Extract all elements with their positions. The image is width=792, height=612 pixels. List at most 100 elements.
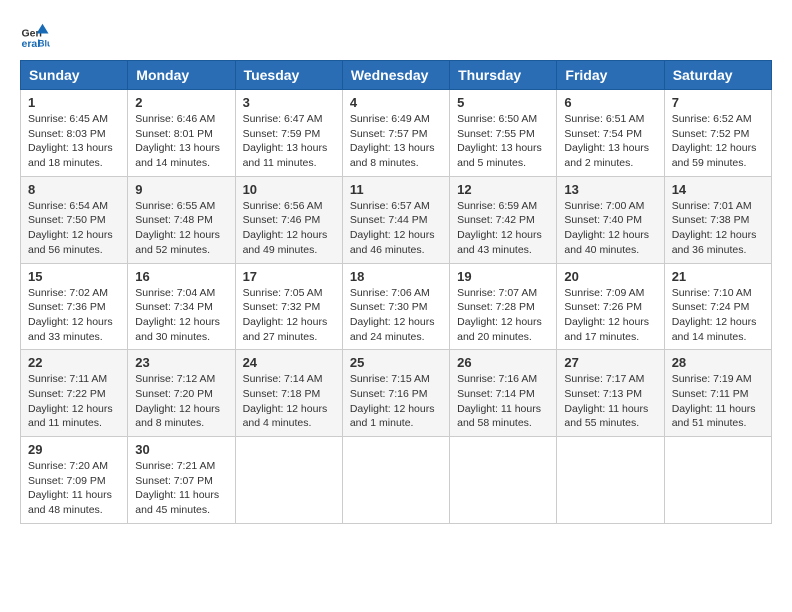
calendar-header-row: SundayMondayTuesdayWednesdayThursdayFrid… xyxy=(21,61,772,90)
day-info: Sunrise: 7:15 AM Sunset: 7:16 PM Dayligh… xyxy=(350,372,442,431)
calendar-cell: 6 Sunrise: 6:51 AM Sunset: 7:54 PM Daylig… xyxy=(557,90,664,177)
day-number: 4 xyxy=(350,95,442,110)
day-info: Sunrise: 6:51 AM Sunset: 7:54 PM Dayligh… xyxy=(564,112,656,171)
day-info: Sunrise: 6:49 AM Sunset: 7:57 PM Dayligh… xyxy=(350,112,442,171)
day-info: Sunrise: 6:52 AM Sunset: 7:52 PM Dayligh… xyxy=(672,112,764,171)
calendar-cell: 26 Sunrise: 7:16 AM Sunset: 7:14 PM Dayli… xyxy=(450,350,557,437)
day-number: 9 xyxy=(135,182,227,197)
day-number: 12 xyxy=(457,182,549,197)
calendar-cell: 22Sunrise: 7:11 AM Sunset: 7:22 PM Dayli… xyxy=(21,350,128,437)
day-number: 20 xyxy=(564,269,656,284)
calendar-cell: 9 Sunrise: 6:55 AM Sunset: 7:48 PM Daylig… xyxy=(128,176,235,263)
calendar-cell: 24Sunrise: 7:14 AM Sunset: 7:18 PM Dayli… xyxy=(235,350,342,437)
calendar-cell: 29 Sunrise: 7:20 AM Sunset: 7:09 PM Dayli… xyxy=(21,437,128,524)
day-number: 29 xyxy=(28,442,120,457)
calendar-cell xyxy=(557,437,664,524)
day-number: 1 xyxy=(28,95,120,110)
calendar-cell: 8 Sunrise: 6:54 AM Sunset: 7:50 PM Daylig… xyxy=(21,176,128,263)
col-header-sunday: Sunday xyxy=(21,61,128,90)
calendar-cell: 5 Sunrise: 6:50 AM Sunset: 7:55 PM Daylig… xyxy=(450,90,557,177)
calendar-week-4: 22Sunrise: 7:11 AM Sunset: 7:22 PM Dayli… xyxy=(21,350,772,437)
calendar-week-5: 29 Sunrise: 7:20 AM Sunset: 7:09 PM Dayli… xyxy=(21,437,772,524)
col-header-saturday: Saturday xyxy=(664,61,771,90)
calendar-table: SundayMondayTuesdayWednesdayThursdayFrid… xyxy=(20,60,772,524)
day-number: 3 xyxy=(243,95,335,110)
day-info: Sunrise: 7:20 AM Sunset: 7:09 PM Dayligh… xyxy=(28,459,120,518)
logo-icon: Gen eral Blue xyxy=(20,20,50,50)
day-number: 17 xyxy=(243,269,335,284)
day-number: 16 xyxy=(135,269,227,284)
col-header-monday: Monday xyxy=(128,61,235,90)
calendar-cell: 18Sunrise: 7:06 AM Sunset: 7:30 PM Dayli… xyxy=(342,263,449,350)
day-info: Sunrise: 6:46 AM Sunset: 8:01 PM Dayligh… xyxy=(135,112,227,171)
day-number: 2 xyxy=(135,95,227,110)
calendar-cell: 21 Sunrise: 7:10 AM Sunset: 7:24 PM Dayli… xyxy=(664,263,771,350)
day-info: Sunrise: 7:07 AM Sunset: 7:28 PM Dayligh… xyxy=(457,286,549,345)
day-number: 19 xyxy=(457,269,549,284)
day-number: 26 xyxy=(457,355,549,370)
day-info: Sunrise: 6:45 AM Sunset: 8:03 PM Dayligh… xyxy=(28,112,120,171)
calendar-cell: 10 Sunrise: 6:56 AM Sunset: 7:46 PM Dayli… xyxy=(235,176,342,263)
calendar-cell: 30 Sunrise: 7:21 AM Sunset: 7:07 PM Dayli… xyxy=(128,437,235,524)
day-number: 21 xyxy=(672,269,764,284)
calendar-week-1: 1 Sunrise: 6:45 AM Sunset: 8:03 PM Daylig… xyxy=(21,90,772,177)
day-info: Sunrise: 6:55 AM Sunset: 7:48 PM Dayligh… xyxy=(135,199,227,258)
calendar-cell: 23Sunrise: 7:12 AM Sunset: 7:20 PM Dayli… xyxy=(128,350,235,437)
calendar-cell xyxy=(235,437,342,524)
svg-text:Blue: Blue xyxy=(38,38,50,48)
day-info: Sunrise: 6:50 AM Sunset: 7:55 PM Dayligh… xyxy=(457,112,549,171)
calendar-cell: 15 Sunrise: 7:02 AM Sunset: 7:36 PM Dayli… xyxy=(21,263,128,350)
day-number: 7 xyxy=(672,95,764,110)
day-info: Sunrise: 7:16 AM Sunset: 7:14 PM Dayligh… xyxy=(457,372,549,431)
calendar-week-2: 8 Sunrise: 6:54 AM Sunset: 7:50 PM Daylig… xyxy=(21,176,772,263)
calendar-week-3: 15 Sunrise: 7:02 AM Sunset: 7:36 PM Dayli… xyxy=(21,263,772,350)
col-header-thursday: Thursday xyxy=(450,61,557,90)
day-info: Sunrise: 7:11 AM Sunset: 7:22 PM Dayligh… xyxy=(28,372,120,431)
calendar-cell: 13Sunrise: 7:00 AM Sunset: 7:40 PM Dayli… xyxy=(557,176,664,263)
day-info: Sunrise: 7:01 AM Sunset: 7:38 PM Dayligh… xyxy=(672,199,764,258)
day-number: 28 xyxy=(672,355,764,370)
day-number: 14 xyxy=(672,182,764,197)
col-header-wednesday: Wednesday xyxy=(342,61,449,90)
day-info: Sunrise: 6:57 AM Sunset: 7:44 PM Dayligh… xyxy=(350,199,442,258)
day-info: Sunrise: 7:19 AM Sunset: 7:11 PM Dayligh… xyxy=(672,372,764,431)
logo: Gen eral Blue xyxy=(20,20,54,50)
calendar-cell: 4 Sunrise: 6:49 AM Sunset: 7:57 PM Daylig… xyxy=(342,90,449,177)
day-info: Sunrise: 6:47 AM Sunset: 7:59 PM Dayligh… xyxy=(243,112,335,171)
day-number: 24 xyxy=(243,355,335,370)
day-number: 18 xyxy=(350,269,442,284)
day-info: Sunrise: 6:54 AM Sunset: 7:50 PM Dayligh… xyxy=(28,199,120,258)
calendar-cell: 12Sunrise: 6:59 AM Sunset: 7:42 PM Dayli… xyxy=(450,176,557,263)
calendar-cell: 19 Sunrise: 7:07 AM Sunset: 7:28 PM Dayli… xyxy=(450,263,557,350)
calendar-cell: 2 Sunrise: 6:46 AM Sunset: 8:01 PM Daylig… xyxy=(128,90,235,177)
col-header-tuesday: Tuesday xyxy=(235,61,342,90)
calendar-cell: 16 Sunrise: 7:04 AM Sunset: 7:34 PM Dayli… xyxy=(128,263,235,350)
calendar-cell: 3 Sunrise: 6:47 AM Sunset: 7:59 PM Daylig… xyxy=(235,90,342,177)
calendar-cell: 11Sunrise: 6:57 AM Sunset: 7:44 PM Dayli… xyxy=(342,176,449,263)
header: Gen eral Blue xyxy=(20,20,772,50)
day-info: Sunrise: 7:05 AM Sunset: 7:32 PM Dayligh… xyxy=(243,286,335,345)
day-number: 23 xyxy=(135,355,227,370)
day-info: Sunrise: 7:10 AM Sunset: 7:24 PM Dayligh… xyxy=(672,286,764,345)
day-info: Sunrise: 7:17 AM Sunset: 7:13 PM Dayligh… xyxy=(564,372,656,431)
col-header-friday: Friday xyxy=(557,61,664,90)
calendar-cell xyxy=(450,437,557,524)
calendar-cell: 25Sunrise: 7:15 AM Sunset: 7:16 PM Dayli… xyxy=(342,350,449,437)
day-info: Sunrise: 6:56 AM Sunset: 7:46 PM Dayligh… xyxy=(243,199,335,258)
calendar-cell: 14 Sunrise: 7:01 AM Sunset: 7:38 PM Dayli… xyxy=(664,176,771,263)
day-number: 8 xyxy=(28,182,120,197)
calendar-cell: 28 Sunrise: 7:19 AM Sunset: 7:11 PM Dayli… xyxy=(664,350,771,437)
calendar-cell: 1 Sunrise: 6:45 AM Sunset: 8:03 PM Daylig… xyxy=(21,90,128,177)
day-number: 6 xyxy=(564,95,656,110)
day-number: 27 xyxy=(564,355,656,370)
day-info: Sunrise: 7:04 AM Sunset: 7:34 PM Dayligh… xyxy=(135,286,227,345)
day-info: Sunrise: 7:02 AM Sunset: 7:36 PM Dayligh… xyxy=(28,286,120,345)
calendar-cell: 27 Sunrise: 7:17 AM Sunset: 7:13 PM Dayli… xyxy=(557,350,664,437)
calendar-cell xyxy=(664,437,771,524)
day-info: Sunrise: 7:09 AM Sunset: 7:26 PM Dayligh… xyxy=(564,286,656,345)
day-number: 5 xyxy=(457,95,549,110)
day-number: 10 xyxy=(243,182,335,197)
day-info: Sunrise: 7:21 AM Sunset: 7:07 PM Dayligh… xyxy=(135,459,227,518)
day-number: 30 xyxy=(135,442,227,457)
day-number: 15 xyxy=(28,269,120,284)
